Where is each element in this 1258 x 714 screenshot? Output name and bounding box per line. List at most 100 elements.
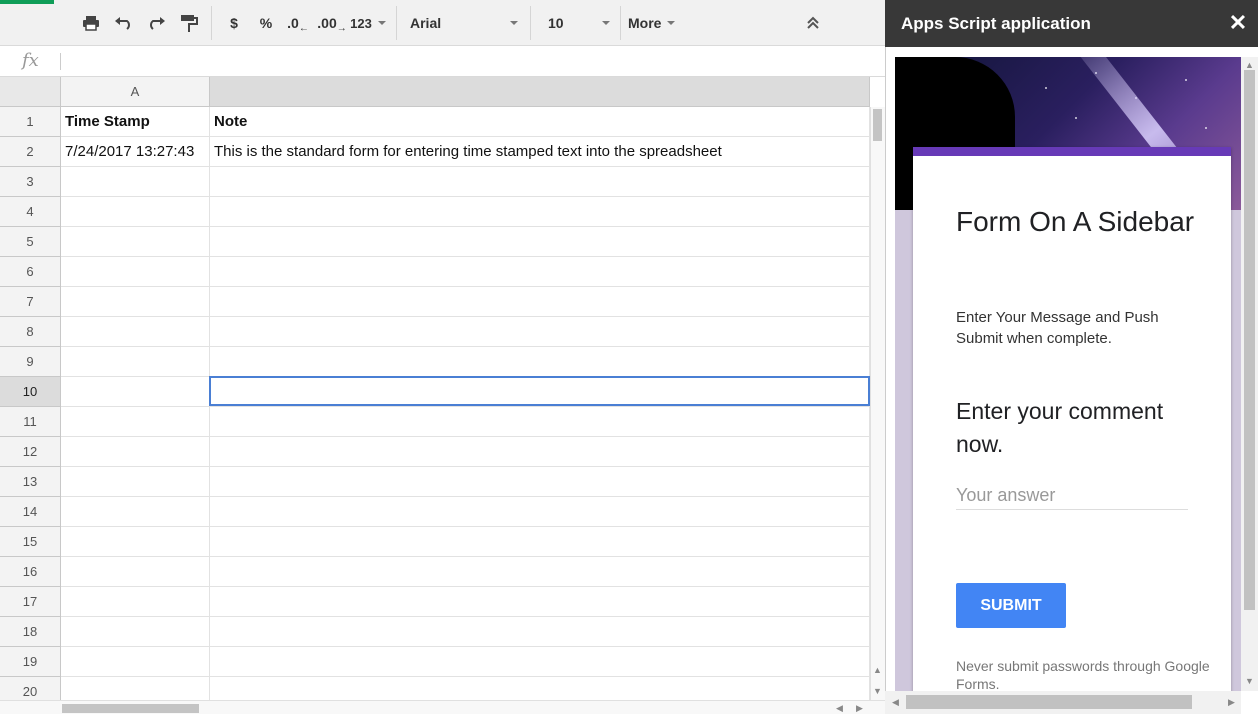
row-header[interactable]: 18 <box>0 617 61 647</box>
row-header[interactable]: 11 <box>0 407 61 437</box>
scroll-up-icon[interactable]: ▲ <box>873 665 882 675</box>
toolbar-divider <box>396 6 397 40</box>
cell-b[interactable] <box>210 167 870 197</box>
grid-vertical-scroll-thumb[interactable] <box>873 109 882 141</box>
cell-a[interactable] <box>61 677 210 700</box>
undo-icon[interactable] <box>112 11 136 35</box>
more-menu-button[interactable]: More <box>628 11 688 35</box>
cell-a[interactable] <box>61 197 210 227</box>
cell-a[interactable]: 7/24/2017 13:27:43 <box>61 137 210 167</box>
row-header[interactable]: 17 <box>0 587 61 617</box>
row-header[interactable]: 10 <box>0 377 61 407</box>
row-header[interactable]: 7 <box>0 287 61 317</box>
cell-b[interactable] <box>210 317 870 347</box>
scroll-right-icon[interactable]: ▶ <box>1228 697 1235 708</box>
row-header[interactable]: 1 <box>0 107 61 137</box>
cell-a[interactable] <box>61 587 210 617</box>
scroll-down-icon[interactable]: ▼ <box>1245 676 1254 686</box>
currency-format-button[interactable]: $ <box>224 11 244 35</box>
cell-a[interactable] <box>61 377 210 407</box>
sidebar-horizontal-scroll-thumb[interactable] <box>906 695 1192 709</box>
grid-vertical-scrollbar[interactable] <box>870 107 885 700</box>
chevron-down-icon <box>510 21 518 25</box>
cell-a[interactable]: Time Stamp <box>61 107 210 137</box>
cell-b[interactable] <box>210 287 870 317</box>
row-header[interactable]: 14 <box>0 497 61 527</box>
cell-a[interactable] <box>61 527 210 557</box>
close-icon[interactable]: ✕ <box>1228 12 1248 34</box>
selected-cell[interactable] <box>209 376 870 406</box>
cell-b[interactable] <box>210 467 870 497</box>
font-size-dropdown[interactable]: 10 <box>544 11 614 35</box>
cell-b[interactable] <box>210 527 870 557</box>
percent-format-button[interactable]: % <box>256 11 276 35</box>
redo-icon[interactable] <box>144 11 168 35</box>
row-header[interactable]: 13 <box>0 467 61 497</box>
row-header[interactable]: 20 <box>0 677 61 700</box>
row-header[interactable]: 6 <box>0 257 61 287</box>
answer-input[interactable] <box>956 481 1188 510</box>
number-format-dropdown[interactable]: 123 <box>350 11 386 35</box>
cell-a[interactable] <box>61 617 210 647</box>
print-icon[interactable] <box>79 11 103 35</box>
collapse-toolbar-icon[interactable] <box>803 11 823 35</box>
cell-b[interactable] <box>210 647 870 677</box>
row-header[interactable]: 4 <box>0 197 61 227</box>
cell-a[interactable] <box>61 227 210 257</box>
cell-a[interactable] <box>61 467 210 497</box>
table-row: 16 <box>0 557 870 587</box>
cell-b[interactable] <box>210 437 870 467</box>
scroll-left-icon[interactable]: ◀ <box>892 697 899 708</box>
cell-a[interactable] <box>61 347 210 377</box>
cell-a[interactable] <box>61 257 210 287</box>
decrease-decimal-button[interactable]: .0 ← <box>286 11 310 35</box>
row-header[interactable]: 5 <box>0 227 61 257</box>
cell-b[interactable] <box>210 257 870 287</box>
cell-b[interactable] <box>210 497 870 527</box>
increase-decimal-button[interactable]: .00 → <box>317 11 346 35</box>
scroll-right-icon[interactable]: ▶ <box>856 703 863 714</box>
cell-b[interactable] <box>210 407 870 437</box>
cell-b[interactable] <box>210 557 870 587</box>
row-header[interactable]: 3 <box>0 167 61 197</box>
cell-b[interactable] <box>210 347 870 377</box>
cell-b[interactable] <box>210 677 870 700</box>
cell-b[interactable]: This is the standard form for entering t… <box>210 137 870 167</box>
cell-b[interactable] <box>210 617 870 647</box>
cell-a[interactable] <box>61 317 210 347</box>
arrow-left-icon: ← <box>298 22 309 34</box>
font-family-dropdown[interactable]: Arial <box>406 11 522 35</box>
chevron-down-icon <box>602 21 610 25</box>
scroll-down-icon[interactable]: ▼ <box>873 686 882 696</box>
submit-button[interactable]: SUBMIT <box>956 583 1066 628</box>
cell-b[interactable]: Note <box>210 107 870 137</box>
cell-a[interactable] <box>61 497 210 527</box>
row-header[interactable]: 16 <box>0 557 61 587</box>
grid-horizontal-scroll-thumb[interactable] <box>62 704 199 713</box>
cell-a[interactable] <box>61 557 210 587</box>
scroll-up-icon[interactable]: ▲ <box>1245 60 1254 70</box>
row-header[interactable]: 12 <box>0 437 61 467</box>
cell-b[interactable] <box>210 227 870 257</box>
row-header[interactable]: 9 <box>0 347 61 377</box>
form-title: Form On A Sidebar <box>956 206 1195 237</box>
sidebar-title: Apps Script application <box>901 14 1091 33</box>
scroll-left-icon[interactable]: ◀ <box>836 703 843 714</box>
cell-a[interactable] <box>61 287 210 317</box>
row-header[interactable]: 8 <box>0 317 61 347</box>
row-header[interactable]: 19 <box>0 647 61 677</box>
cell-a[interactable] <box>61 167 210 197</box>
cell-b[interactable] <box>210 587 870 617</box>
formula-input[interactable] <box>66 52 866 72</box>
cell-a[interactable] <box>61 437 210 467</box>
cell-a[interactable] <box>61 407 210 437</box>
row-header[interactable]: 15 <box>0 527 61 557</box>
column-header-a[interactable]: A <box>61 77 210 107</box>
paint-format-icon[interactable] <box>177 11 201 35</box>
row-header[interactable]: 2 <box>0 137 61 167</box>
select-all-corner[interactable] <box>0 77 61 107</box>
cell-b[interactable] <box>210 197 870 227</box>
column-header-b[interactable] <box>210 77 870 107</box>
cell-a[interactable] <box>61 647 210 677</box>
sidebar-vertical-scroll-thumb[interactable] <box>1244 70 1255 610</box>
